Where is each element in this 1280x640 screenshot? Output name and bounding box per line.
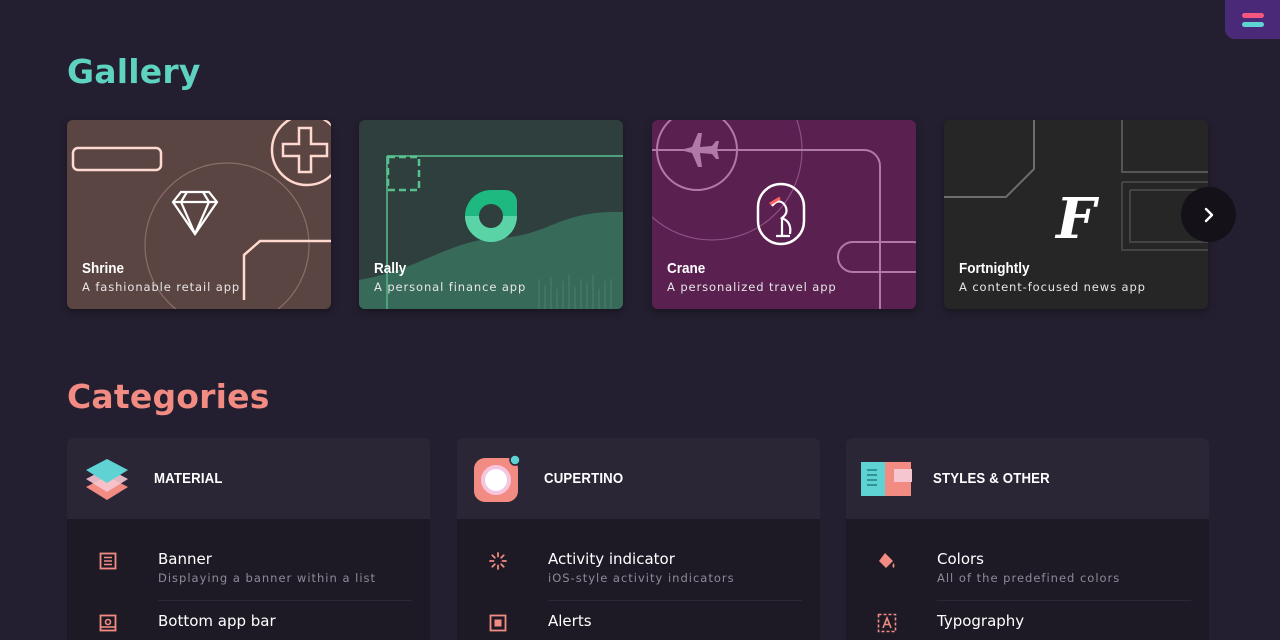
diamond-icon (171, 190, 219, 236)
gallery-next-button[interactable] (1181, 187, 1236, 242)
crane-bird-icon (756, 182, 806, 246)
cupertino-icon (472, 453, 522, 504)
fortnightly-logo-icon: F (1054, 186, 1100, 252)
alerts-icon (486, 611, 510, 635)
demo-item-activity-indicator[interactable]: Activity indicator iOS-style activity in… (457, 519, 820, 601)
styles-icon (861, 454, 912, 504)
demo-item-banner[interactable]: Banner Displaying a banner within a list (67, 519, 430, 601)
categories-title: Categories (67, 377, 270, 416)
demo-item-alerts[interactable]: Alerts (457, 591, 820, 640)
category-label: MATERIAL (154, 470, 223, 487)
gallery-card-crane[interactable]: Crane A personalized travel app (652, 120, 916, 309)
card-title: Crane (667, 260, 706, 277)
card-description: A personal finance app (374, 280, 527, 294)
card-description: A content-focused news app (959, 280, 1146, 294)
demo-title: Alerts (548, 612, 592, 630)
material-layers-icon (82, 454, 132, 504)
demo-title: Colors (937, 550, 984, 568)
category-label: CUPERTINO (544, 470, 624, 487)
settings-button[interactable] (1225, 0, 1280, 39)
bottom-app-bar-icon (96, 611, 120, 635)
card-description: A fashionable retail app (82, 280, 241, 294)
gallery-card-rally[interactable]: Rally A personal finance app (359, 120, 623, 309)
category-header-cupertino[interactable]: CUPERTINO (457, 438, 820, 519)
category-header-styles-other[interactable]: STYLES & OTHER (846, 438, 1209, 519)
category-label: STYLES & OTHER (933, 470, 1050, 487)
demo-item-bottom-app-bar[interactable]: Bottom app bar (67, 591, 430, 640)
card-description: A personalized travel app (667, 280, 837, 294)
demo-item-typography[interactable]: Typography (846, 591, 1209, 640)
gallery-title: Gallery (67, 52, 201, 91)
gallery-card-shrine[interactable]: Shrine A fashionable retail app (67, 120, 331, 309)
demo-title: Typography (937, 612, 1025, 630)
airplane-icon (680, 133, 719, 167)
card-title: Fortnightly (959, 260, 1030, 277)
card-title: Shrine (82, 260, 125, 277)
settings-icon (1241, 12, 1264, 27)
demo-item-colors[interactable]: Colors All of the predefined colors (846, 519, 1209, 601)
demo-title: Bottom app bar (158, 612, 276, 630)
activity-indicator-icon (486, 549, 510, 573)
banner-icon (96, 549, 120, 573)
category-styles-other: STYLES & OTHER Colors All of the predefi… (846, 438, 1209, 640)
gallery-carousel: Shrine A fashionable retail app Rally A … (67, 120, 1209, 310)
demo-subtitle: iOS-style activity indicators (548, 571, 735, 585)
demo-subtitle: All of the predefined colors (937, 571, 1121, 585)
demo-subtitle: Displaying a banner within a list (158, 571, 377, 585)
category-cupertino: CUPERTINO Activity indicator iOS-style a… (457, 438, 820, 640)
paint-bucket-icon (875, 549, 899, 573)
category-header-material[interactable]: MATERIAL (67, 438, 430, 519)
demo-title: Banner (158, 550, 212, 568)
card-title: Rally (374, 260, 407, 277)
demo-title: Activity indicator (548, 550, 675, 568)
rally-logo-icon (465, 190, 517, 242)
chevron-right-icon (1204, 207, 1213, 222)
gallery-card-fortnightly[interactable]: F Fortnightly A content-focused news app (944, 120, 1208, 309)
category-material: MATERIAL Banner Displaying a banner with… (67, 438, 430, 640)
typography-icon (875, 611, 899, 635)
